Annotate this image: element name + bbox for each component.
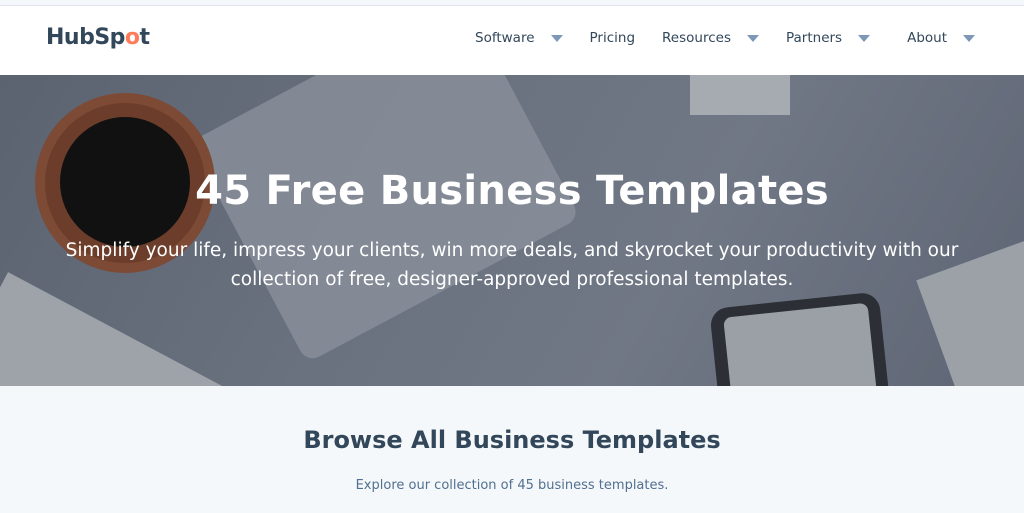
browse-title: Browse All Business Templates [303,426,721,454]
nav-pricing[interactable]: Pricing [590,30,636,46]
hero-subtitle: Simplify your life, impress your clients… [65,240,959,290]
nav-software[interactable]: Software [475,30,563,46]
caret-down-icon [858,34,871,42]
paper-image [690,75,790,115]
main-nav: Software Pricing Resources Partners Abou… [475,30,1002,46]
nav-resources[interactable]: Resources [662,30,759,46]
hero-banner: 45 Free Business Templates Simplify your… [0,75,1024,386]
site-header: HubSpot Software Pricing Resources Partn… [0,6,1024,75]
hero-title: 45 Free Business Templates [195,168,829,214]
caret-down-icon [746,34,759,42]
caret-down-icon [550,34,563,42]
nav-about[interactable]: About [907,30,976,46]
browse-section: Browse All Business Templates Explore ou… [0,386,1024,493]
phone-screen-image [723,302,878,386]
nav-partners[interactable]: Partners [786,30,871,46]
browse-subtitle: Explore our collection of 45 business te… [355,478,669,493]
caret-down-icon [963,34,976,42]
hubspot-logo[interactable]: HubSpot [46,25,150,50]
